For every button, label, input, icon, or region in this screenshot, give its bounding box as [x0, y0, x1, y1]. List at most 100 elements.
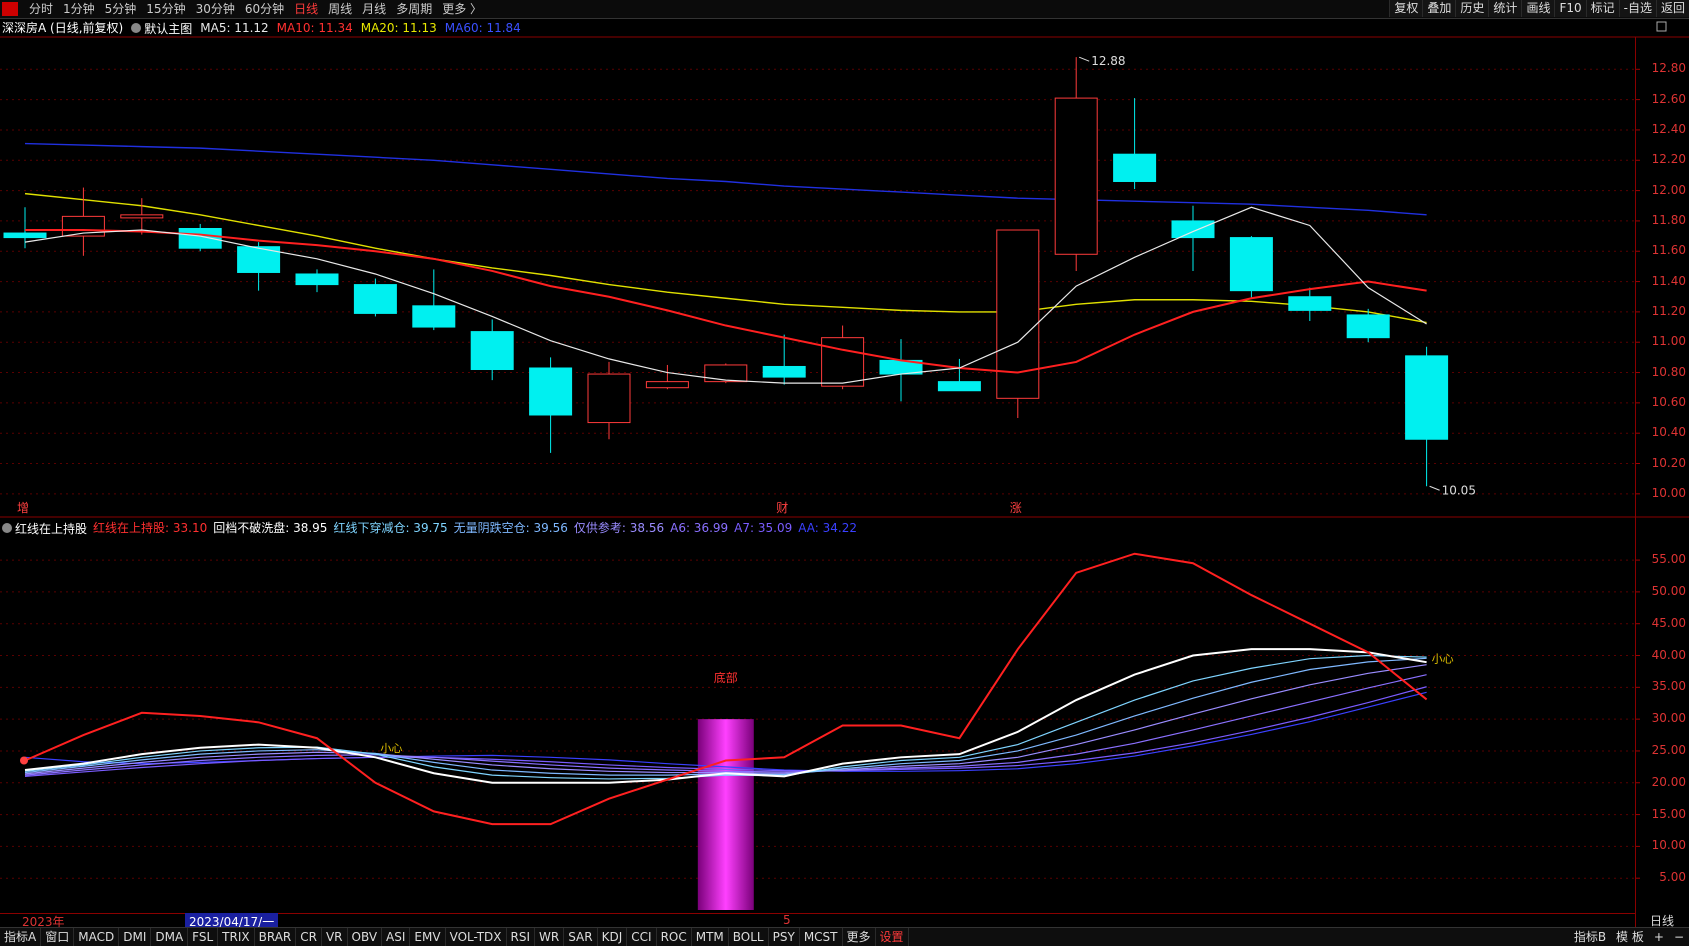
- indicator-tab[interactable]: 窗口: [41, 928, 75, 946]
- axis-tick-label: 12.20: [1651, 152, 1686, 167]
- annotation-arrow: [1429, 485, 1440, 491]
- candle-down: [529, 367, 573, 416]
- indicator-tab[interactable]: ASI: [382, 928, 411, 946]
- indicator-tab[interactable]: EMV: [410, 928, 446, 946]
- indicator-tab[interactable]: 设置: [876, 928, 909, 946]
- indicator-tab[interactable]: 更多: [843, 928, 876, 946]
- caution-mark: 小心: [380, 742, 402, 755]
- indicator-tab[interactable]: RSI: [507, 928, 536, 946]
- axis-tick-label: 15.00: [1651, 806, 1686, 821]
- candle-down: [1113, 153, 1157, 182]
- axis-tick-label: 12.00: [1651, 182, 1686, 197]
- axis-tick-label: 55.00: [1651, 552, 1686, 567]
- caution-mark: 小心: [1432, 653, 1454, 666]
- axis-tick-label: 10.20: [1651, 455, 1686, 470]
- axis-tick-label: 45.00: [1651, 615, 1686, 630]
- date-axis: 2023年 2023/04/17/一 5: [0, 913, 1635, 930]
- axis-tick-label: 20.00: [1651, 774, 1686, 789]
- indicator-tab[interactable]: CR: [296, 928, 322, 946]
- candle-down: [412, 305, 456, 328]
- candle-down: [937, 381, 981, 392]
- candle-down: [3, 232, 47, 239]
- indicator-tab[interactable]: ROC: [657, 928, 692, 946]
- candle-up: [120, 214, 164, 219]
- axis-tick-label: 10.00: [1651, 838, 1686, 853]
- event-mark: 增: [17, 501, 29, 515]
- axis-tick-label: 5.00: [1659, 870, 1686, 885]
- candle-up: [821, 337, 865, 387]
- axis-tick-label: 35.00: [1651, 679, 1686, 694]
- indicator-tab[interactable]: DMI: [119, 928, 152, 946]
- indicator-tab[interactable]: BRAR: [255, 928, 297, 946]
- bottom-label: 底部: [714, 670, 738, 685]
- indicator-tab[interactable]: 指标A: [0, 928, 42, 946]
- bottom-tool-button[interactable]: 指标B: [1569, 928, 1611, 946]
- indicator-tab[interactable]: FSL: [188, 928, 219, 946]
- candle-down: [1346, 314, 1390, 339]
- axis-tick-label: 12.80: [1651, 61, 1686, 76]
- price-annotation: 10.05: [1442, 483, 1476, 497]
- event-mark: 涨: [1010, 500, 1022, 515]
- axis-tick-label: 11.80: [1651, 212, 1686, 227]
- axis-tick-label: 11.00: [1651, 334, 1686, 349]
- bottom-tool-button[interactable]: +: [1649, 928, 1669, 946]
- price-annotation: 12.88: [1091, 54, 1125, 68]
- axis-tick-label: 50.00: [1651, 583, 1686, 598]
- axis-tick-label: 10.00: [1651, 485, 1686, 500]
- indicator-tab[interactable]: TRIX: [218, 928, 255, 946]
- candle-up: [704, 364, 748, 383]
- ma60-line: [24, 142, 1427, 216]
- axis-tick-label: 10.60: [1651, 394, 1686, 409]
- price-axis: 12.80 12.60 12.40 12.20 12.00 11.80 11.60 11.40…: [1635, 37, 1689, 927]
- indicator-tab[interactable]: KDJ: [598, 928, 628, 946]
- axis-tick-label: 11.20: [1651, 303, 1686, 318]
- ma20-line: [24, 192, 1427, 324]
- candle-down: [1288, 296, 1332, 311]
- indicator-tab[interactable]: VOL-TDX: [446, 928, 507, 946]
- axis-tick-label: 10.80: [1651, 364, 1686, 379]
- candle-down: [1171, 220, 1215, 239]
- indicator-tab[interactable]: BOLL: [729, 928, 769, 946]
- candle-up: [645, 381, 689, 389]
- candle-up: [1054, 97, 1098, 255]
- bottom-tool-button[interactable]: 模 板: [1611, 928, 1649, 946]
- axis-tick-label: 10.40: [1651, 425, 1686, 440]
- candle-down: [1229, 237, 1273, 292]
- annotation-arrow: [1079, 56, 1090, 62]
- event-mark: 财: [776, 501, 788, 515]
- start-marker: [20, 756, 28, 765]
- indicator-tab[interactable]: MCST: [800, 928, 843, 946]
- candle-down: [470, 331, 514, 371]
- candle-down: [1405, 355, 1449, 440]
- bottom-tool-button[interactable]: −: [1669, 928, 1689, 946]
- indicator-tab[interactable]: OBV: [348, 928, 383, 946]
- period-label: 日线: [1650, 914, 1675, 928]
- indicator-tab[interactable]: PSY: [769, 928, 800, 946]
- window-icon: [1656, 21, 1667, 32]
- indicator-tab[interactable]: MACD: [74, 928, 120, 946]
- candle-down: [762, 365, 806, 378]
- axis-tick-label: 12.40: [1651, 121, 1686, 136]
- axis-tick-label: 25.00: [1651, 742, 1686, 757]
- indicator-tabs: 指标A 窗口 MACD DMI DMA FSL TRIX BRAR CR VR OBV ASI EMV V…: [0, 928, 909, 946]
- candle-down: [178, 227, 222, 249]
- axis-tick-label: 11.40: [1651, 273, 1686, 288]
- indicator-toolbar: 指标A 窗口 MACD DMI DMA FSL TRIX BRAR CR VR OBV ASI EMV V…: [0, 927, 1689, 946]
- indicator-tab[interactable]: CCI: [627, 928, 657, 946]
- ma5-line: [24, 206, 1427, 384]
- bottom-right-tools: 指标B 模 板 + −: [1569, 928, 1689, 946]
- bottom-signal-bar: [697, 719, 754, 910]
- axis-tick-label: 11.60: [1651, 243, 1686, 258]
- axis-tick-label: 40.00: [1651, 647, 1686, 662]
- chart-canvas[interactable]: 12.8810.05增财涨底部小心小心: [0, 0, 1689, 945]
- indicator-tab[interactable]: SAR: [564, 928, 598, 946]
- axis-tick-label: 12.60: [1651, 91, 1686, 106]
- candle-down: [353, 284, 397, 314]
- candle-down: [295, 273, 339, 286]
- indicator-tab[interactable]: WR: [535, 928, 565, 946]
- indicator-tab[interactable]: DMA: [151, 928, 189, 946]
- axis-tick-label: 30.00: [1651, 711, 1686, 726]
- indicator-tab[interactable]: VR: [322, 928, 348, 946]
- indicator-tab[interactable]: MTM: [692, 928, 729, 946]
- day-label: 5: [783, 913, 791, 927]
